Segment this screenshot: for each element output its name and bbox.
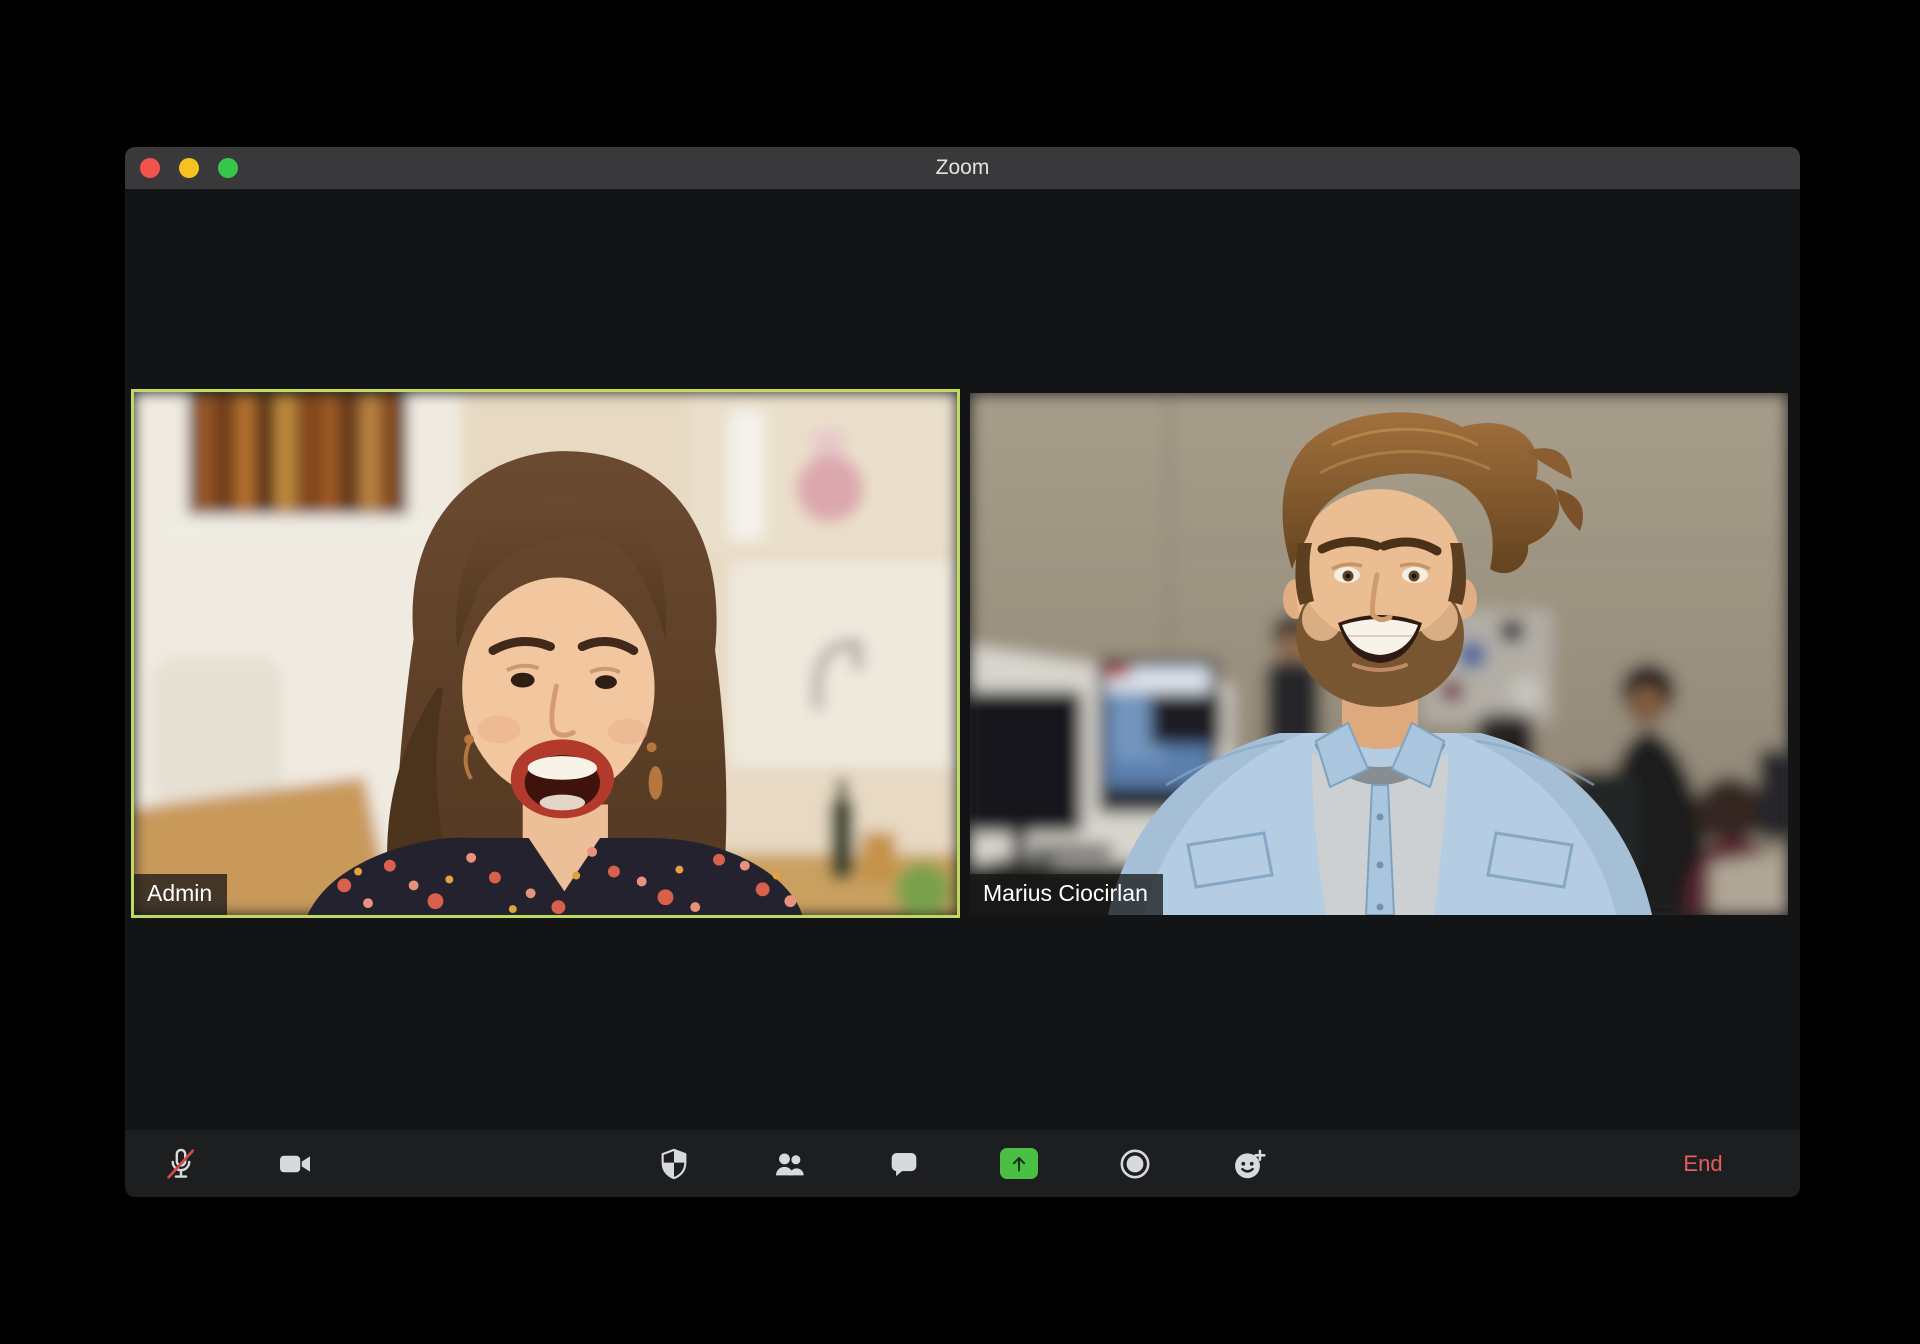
titlebar[interactable]: Zoom [125,147,1800,189]
record-circle-icon [1120,1149,1150,1178]
microphone-muted-icon [167,1148,195,1179]
share-screen-button[interactable] [992,1137,1046,1191]
share-screen-arrow-icon [1000,1148,1038,1179]
reactions-smiley-icon [1235,1149,1266,1178]
mute-button[interactable] [154,1137,208,1191]
meeting-toolbar: End Meeting [125,1130,1800,1197]
window-title: Zoom [935,156,990,179]
admin-video-feed [134,392,957,915]
chat-bubble-icon [891,1152,917,1176]
record-button[interactable] [1108,1137,1162,1191]
video-camera-icon [280,1155,310,1172]
reactions-button[interactable] [1222,1137,1276,1191]
participant-name-tag: Admin [134,874,228,915]
video-button[interactable] [268,1137,322,1191]
participant-name-tag: Marius Ciocirlan [970,874,1163,915]
video-tile-admin[interactable]: Admin [131,389,960,918]
participants-icon [775,1153,804,1175]
security-button[interactable] [647,1137,701,1191]
marius-video-feed [970,393,1788,915]
video-tile-marius[interactable]: Marius Ciocirlan [970,393,1788,915]
end-meeting-button[interactable]: End Meeting [1654,1130,1752,1197]
chat-button[interactable] [877,1137,931,1191]
participants-button[interactable] [762,1137,816,1191]
security-shield-icon [661,1148,687,1179]
zoom-window: Zoom Admin Marius Ciocirlan End [125,147,1800,1197]
video-grid: Admin Marius Ciocirlan [125,189,1800,1130]
desktop: Zoom Admin Marius Ciocirlan End [0,0,1920,1344]
